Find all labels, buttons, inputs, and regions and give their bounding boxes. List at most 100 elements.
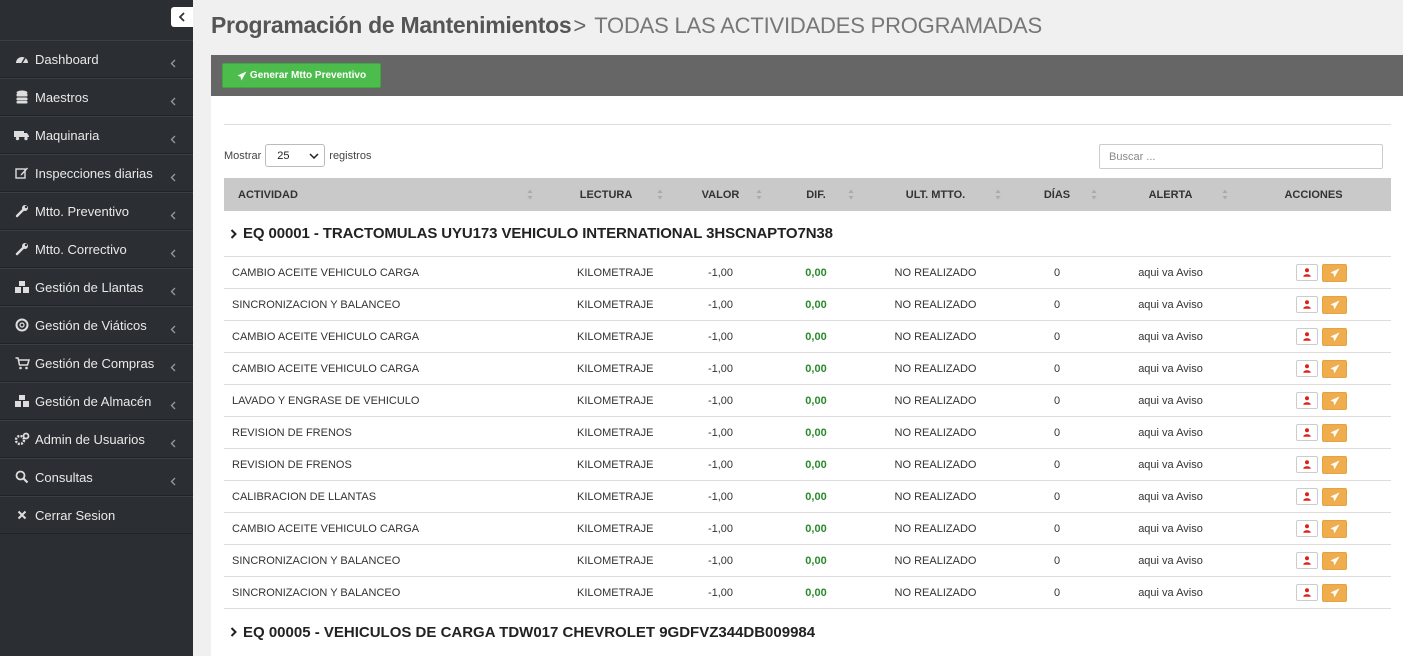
column-header-2[interactable]: LECTURA xyxy=(541,178,671,211)
cell-alerta-text: aqui va Aviso xyxy=(1138,426,1203,439)
column-header-4[interactable]: DIF. xyxy=(770,178,862,211)
cubes-icon xyxy=(14,279,30,295)
column-header-label: DÍAS xyxy=(1043,188,1071,201)
sidebar-item-label: Gestión de Almacén xyxy=(35,393,152,409)
column-header-7[interactable]: ALERTA xyxy=(1105,178,1236,211)
cell-valor: -1,00 xyxy=(671,587,770,599)
sidebar-item-mtto-preventivo[interactable]: Mtto. Preventivo xyxy=(0,192,193,230)
sidebar-item-admin-de-usuarios[interactable]: Admin de Usuarios xyxy=(0,420,193,458)
execute-button[interactable] xyxy=(1322,551,1347,570)
cell-dif: 0,00 xyxy=(770,427,862,439)
table-header: ACTIVIDAD LECTURA VALOR DIF. ULT. MTTO. DÍAS A… xyxy=(224,178,1391,211)
assign-user-button[interactable] xyxy=(1296,360,1318,377)
cell-alerta-text: aqui va Aviso xyxy=(1138,266,1203,279)
equipment-group-header[interactable]: EQ 00001 - TRACTOMULAS UYU173 VEHICULO I… xyxy=(224,211,1391,257)
cell-dif-text: 0,00 xyxy=(805,426,827,439)
generate-preventive-button[interactable]: Generar Mtto Preventivo xyxy=(222,63,381,88)
cell-alerta-text: aqui va Aviso xyxy=(1138,586,1203,599)
assign-user-button[interactable] xyxy=(1296,296,1318,313)
table-row: CAMBIO ACEITE VEHICULO CARGA KILOMETRAJE -… xyxy=(224,353,1391,385)
cell-actions xyxy=(1236,455,1391,474)
cell-ult: NO REALIZADO xyxy=(862,491,1009,503)
sidebar-item-label: Gestión de Llantas xyxy=(35,279,144,295)
cell-lectura: KILOMETRAJE xyxy=(541,299,671,311)
sidebar-item-maquinaria[interactable]: Maquinaria xyxy=(0,116,193,154)
assign-user-button[interactable] xyxy=(1296,392,1318,409)
cell-lectura: KILOMETRAJE xyxy=(541,491,671,503)
table-row: SINCRONIZACION Y BALANCEO KILOMETRAJE -1,0… xyxy=(224,289,1391,321)
execute-button[interactable] xyxy=(1322,263,1347,282)
cell-ult: NO REALIZADO xyxy=(862,523,1009,535)
cell-valor-text: -1,00 xyxy=(707,298,734,311)
cell-actividad-text: SINCRONIZACION Y BALANCEO xyxy=(232,554,401,567)
chevron-right-icon xyxy=(230,228,237,239)
sidebar-item-label: Consultas xyxy=(35,469,93,485)
execute-button[interactable] xyxy=(1322,455,1347,474)
column-header-5[interactable]: ULT. MTTO. xyxy=(862,178,1009,211)
length-label-before: Mostrar xyxy=(224,149,262,162)
execute-button[interactable] xyxy=(1322,487,1347,506)
search-input[interactable]: Buscar ... xyxy=(1099,144,1383,169)
execute-button[interactable] xyxy=(1322,327,1347,346)
sidebar-toggle-button[interactable] xyxy=(171,7,193,27)
cell-actividad: CAMBIO ACEITE VEHICULO CARGA xyxy=(224,331,541,343)
sidebar-item-consultas[interactable]: Consultas xyxy=(0,458,193,496)
assign-user-button[interactable] xyxy=(1296,264,1318,281)
sidebar-item-maestros[interactable]: Maestros xyxy=(0,78,193,116)
execute-button[interactable] xyxy=(1322,423,1347,442)
execute-button[interactable] xyxy=(1322,583,1347,602)
equipment-group-header[interactable]: EQ 00005 - VEHICULOS DE CARGA TDW017 CHE… xyxy=(224,609,1391,655)
sidebar-item-dashboard[interactable]: Dashboard xyxy=(0,40,193,78)
cell-alerta: aqui va Aviso xyxy=(1105,555,1236,567)
cell-dias-text: 0 xyxy=(1053,522,1061,535)
execute-button[interactable] xyxy=(1322,519,1347,538)
sidebar: Dashboard Maestros Maquinaria Inspecciones … xyxy=(0,0,193,656)
cell-valor: -1,00 xyxy=(671,523,770,535)
cell-ult-text: NO REALIZADO xyxy=(894,298,977,311)
assign-user-button[interactable] xyxy=(1296,424,1318,441)
cell-dif: 0,00 xyxy=(770,459,862,471)
cell-dias: 0 xyxy=(1009,587,1105,599)
length-select[interactable]: 25 xyxy=(265,144,326,167)
cell-dias-text: 0 xyxy=(1053,362,1061,375)
assign-user-button[interactable] xyxy=(1296,488,1318,505)
cell-dif: 0,00 xyxy=(770,267,862,279)
assign-user-button[interactable] xyxy=(1296,520,1318,537)
cell-alerta: aqui va Aviso xyxy=(1105,363,1236,375)
sidebar-item-inspecciones-diarias[interactable]: Inspecciones diarias xyxy=(0,154,193,192)
cell-ult: NO REALIZADO xyxy=(862,267,1009,279)
assign-user-button[interactable] xyxy=(1296,584,1318,601)
cell-valor-text: -1,00 xyxy=(707,266,734,279)
assign-user-button[interactable] xyxy=(1296,552,1318,569)
divider xyxy=(224,124,1391,125)
cell-dias-text: 0 xyxy=(1053,330,1061,343)
cell-alerta-text: aqui va Aviso xyxy=(1138,554,1203,567)
chevron-left-icon xyxy=(170,474,176,489)
execute-button[interactable] xyxy=(1322,391,1347,410)
execute-button[interactable] xyxy=(1322,359,1347,378)
cell-valor-text: -1,00 xyxy=(707,490,734,503)
sidebar-item-gestion-de-almacen[interactable]: Gestión de Almacén xyxy=(0,382,193,420)
cell-dif-text: 0,00 xyxy=(805,522,827,535)
sidebar-item-gestion-de-viaticos[interactable]: Gestión de Viáticos xyxy=(0,306,193,344)
assign-user-button[interactable] xyxy=(1296,328,1318,345)
sidebar-item-mtto-correctivo[interactable]: Mtto. Correctivo xyxy=(0,230,193,268)
sidebar-item-gestion-de-llantas[interactable]: Gestión de Llantas xyxy=(0,268,193,306)
column-header-1[interactable]: ACTIVIDAD xyxy=(224,178,541,211)
user-icon xyxy=(1303,300,1311,309)
column-header-label: DIF. xyxy=(806,188,826,201)
database-icon xyxy=(14,89,30,105)
wrench-icon xyxy=(14,203,30,219)
execute-button[interactable] xyxy=(1322,295,1347,314)
column-header-3[interactable]: VALOR xyxy=(671,178,770,211)
sidebar-item-gestion-de-compras[interactable]: Gestión de Compras xyxy=(0,344,193,382)
assign-user-button[interactable] xyxy=(1296,456,1318,473)
column-header-6[interactable]: DÍAS xyxy=(1009,178,1105,211)
sort-icon xyxy=(848,189,854,200)
chevron-left-icon xyxy=(170,246,176,261)
cell-valor: -1,00 xyxy=(671,395,770,407)
sidebar-item-cerrar-sesion[interactable]: Cerrar Sesion xyxy=(0,496,193,534)
rocket-icon xyxy=(1330,332,1339,341)
cell-alerta: aqui va Aviso xyxy=(1105,331,1236,343)
cell-ult: NO REALIZADO xyxy=(862,459,1009,471)
